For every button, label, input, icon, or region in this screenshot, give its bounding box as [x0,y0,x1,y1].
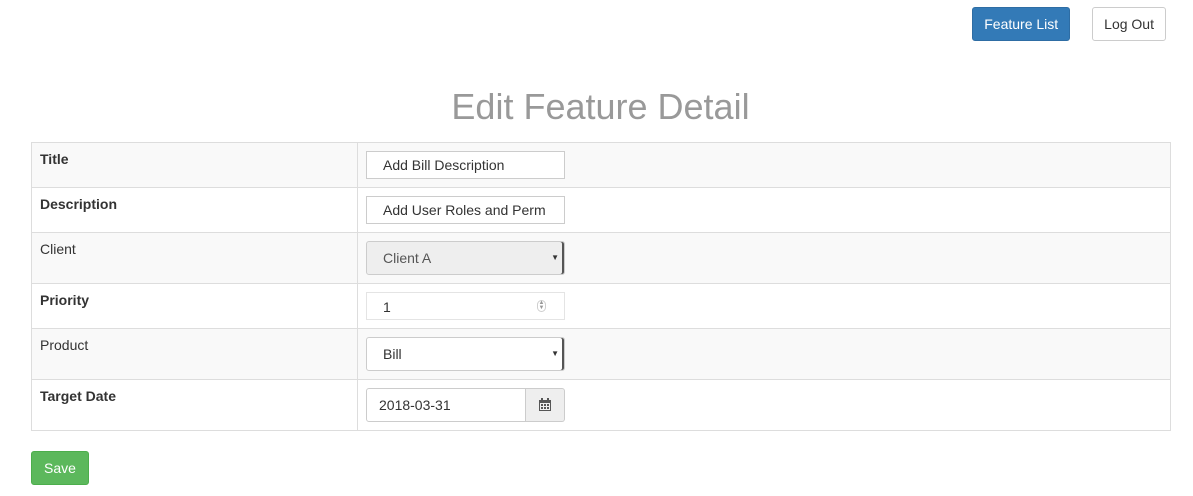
save-button[interactable]: Save [31,451,89,485]
title-cell: Add Bill Description [357,142,1171,188]
description-cell: Add User Roles and Perm [357,187,1171,233]
target-date-label: Target Date [31,379,358,431]
calendar-icon [539,398,551,411]
priority-label: Priority [31,283,358,329]
page-title: Edit Feature Detail [451,86,750,127]
product-cell: Bill ▼ [357,328,1171,380]
priority-cell: 1 ▲ ▼ [357,283,1171,329]
product-select[interactable]: Bill ▼ [366,337,565,371]
title-input[interactable]: Add Bill Description [366,151,565,179]
client-label: Client [31,232,358,284]
calendar-button[interactable] [526,388,565,422]
feature-list-button[interactable]: Feature List [972,7,1071,41]
top-nav: Feature List Log Out [972,7,1166,41]
priority-value: 1 [383,299,391,315]
caret-down-icon: ▼ [551,253,559,262]
save-area: Save [31,451,89,485]
client-select-value: Client A [383,250,432,266]
target-date-cell: 2018-03-31 [357,379,1171,431]
description-row: Description Add User Roles and Perm [31,187,1171,233]
target-date-group: 2018-03-31 [366,388,565,422]
product-label: Product [31,328,358,380]
priority-row: Priority 1 ▲ ▼ [31,283,1171,329]
client-select[interactable]: Client A ▼ [366,241,565,275]
feature-detail-table: Title Add Bill Description Description A… [31,142,1171,431]
target-date-row: Target Date 2018-03-31 [31,379,1171,431]
product-row: Product Bill ▼ [31,328,1171,380]
description-label: Description [31,187,358,233]
description-input[interactable]: Add User Roles and Perm [366,196,565,224]
priority-input[interactable]: 1 ▲ ▼ [366,292,565,320]
target-date-input[interactable]: 2018-03-31 [366,388,526,422]
caret-down-icon: ▼ [551,349,559,358]
client-cell: Client A ▼ [357,232,1171,284]
spinner-icon[interactable]: ▲ ▼ [537,300,546,312]
logout-button[interactable]: Log Out [1092,7,1166,41]
product-select-value: Bill [383,346,402,362]
title-label: Title [31,142,358,188]
client-row: Client Client A ▼ [31,232,1171,284]
title-row: Title Add Bill Description [31,142,1171,188]
